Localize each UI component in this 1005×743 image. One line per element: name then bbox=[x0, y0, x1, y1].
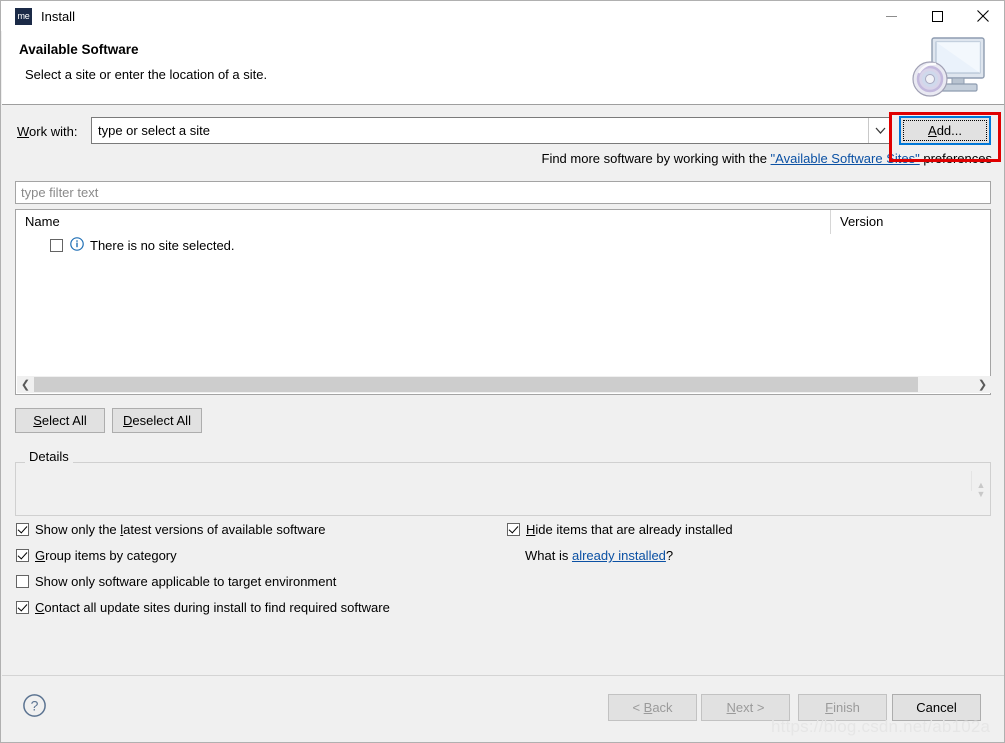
window-controls bbox=[868, 1, 1004, 31]
find-more-suffix: preferences bbox=[919, 151, 992, 166]
back-button[interactable]: < Back bbox=[608, 694, 697, 721]
already-installed-link[interactable]: already installed bbox=[572, 548, 666, 563]
page-title: Available Software bbox=[19, 42, 139, 57]
minimize-icon[interactable] bbox=[868, 1, 914, 31]
work-with-label-rest: ork with: bbox=[29, 124, 78, 139]
available-software-table: Name Version There is no site selected. … bbox=[15, 209, 991, 395]
available-software-sites-link[interactable]: "Available Software Sites" bbox=[771, 151, 920, 166]
what-is-already-installed-text: What is already installed? bbox=[525, 548, 673, 563]
work-with-combo[interactable]: type or select a site bbox=[91, 117, 892, 144]
install-dialog: me Install Available Software Select a s… bbox=[0, 0, 1005, 743]
next-mnemonic: N bbox=[726, 700, 736, 715]
table-horizontal-scrollbar[interactable]: ❮ ❯ bbox=[17, 376, 991, 393]
back-prefix: < bbox=[632, 700, 644, 715]
what-is-prefix: What is bbox=[525, 548, 572, 563]
row-checkbox[interactable] bbox=[50, 238, 63, 252]
checkbox-contact-all-update-sites[interactable] bbox=[16, 601, 29, 614]
checkbox-show-latest-versions[interactable] bbox=[16, 523, 29, 536]
table-row[interactable]: There is no site selected. bbox=[16, 234, 235, 256]
checkbox-hide-installed-items[interactable] bbox=[507, 523, 520, 536]
deselect-all-button[interactable]: Deselect All bbox=[112, 408, 202, 433]
details-scrollbar-divider bbox=[971, 471, 972, 491]
svg-text:?: ? bbox=[31, 697, 39, 713]
option4-after: ontact all update sites during install t… bbox=[44, 600, 390, 615]
finish-label: inish bbox=[833, 700, 860, 715]
select-all-mnemonic: S bbox=[33, 413, 42, 428]
title-bar: me Install bbox=[1, 1, 1004, 31]
deselect-all-mnemonic: D bbox=[123, 413, 133, 428]
option-hide-installed-items[interactable]: Hide items that are already installed bbox=[507, 522, 733, 537]
add-site-button[interactable]: Add... bbox=[899, 116, 991, 145]
chevron-down-icon[interactable] bbox=[868, 118, 891, 143]
option1-before: Show only the bbox=[35, 522, 121, 537]
details-legend: Details bbox=[25, 449, 73, 464]
table-header: Name Version bbox=[16, 210, 990, 234]
page-subtitle: Select a site or enter the location of a… bbox=[25, 67, 268, 82]
filter-placeholder: type filter text bbox=[21, 185, 99, 200]
option5-after: ide items that are already installed bbox=[535, 522, 733, 537]
finish-button[interactable]: Finish bbox=[798, 694, 887, 721]
next-label: ext > bbox=[735, 700, 765, 715]
select-all-label: elect All bbox=[41, 413, 87, 428]
option2-mnemonic: G bbox=[35, 548, 46, 563]
find-more-software-text: Find more software by working with the "… bbox=[542, 151, 993, 166]
checkbox-applicable-to-target[interactable] bbox=[16, 575, 29, 588]
work-with-label: Work with: bbox=[17, 124, 77, 139]
option2-after: roup items by category bbox=[45, 548, 177, 563]
work-with-input[interactable]: type or select a site bbox=[92, 123, 868, 138]
column-header-name[interactable]: Name bbox=[16, 210, 830, 234]
add-button-label: dd... bbox=[936, 123, 962, 138]
find-more-prefix: Find more software by working with the bbox=[541, 151, 771, 166]
add-button-mnemonic: A bbox=[928, 123, 937, 138]
select-all-button[interactable]: Select All bbox=[15, 408, 105, 433]
details-group bbox=[15, 462, 991, 516]
option3-after: how only software applicable to target e… bbox=[43, 574, 337, 589]
scroll-right-icon[interactable]: ❯ bbox=[974, 376, 991, 393]
cancel-button[interactable]: Cancel bbox=[892, 694, 981, 721]
details-scrollbar[interactable]: ▲ ▼ bbox=[974, 469, 988, 511]
option-show-latest-versions[interactable]: Show only the latest versions of availab… bbox=[16, 522, 326, 537]
checkbox-group-by-category[interactable] bbox=[16, 549, 29, 562]
cancel-label: Cancel bbox=[916, 700, 957, 715]
hscroll-track[interactable] bbox=[34, 376, 974, 393]
option1-after: atest versions of available software bbox=[123, 522, 326, 537]
hscroll-thumb[interactable] bbox=[34, 377, 918, 392]
option-applicable-to-target[interactable]: Show only software applicable to target … bbox=[16, 574, 336, 589]
option4-mnemonic: C bbox=[35, 600, 45, 615]
info-icon bbox=[70, 236, 84, 254]
column-header-version[interactable]: Version bbox=[830, 210, 990, 234]
monitor-with-disc-icon bbox=[906, 35, 992, 101]
help-question-icon[interactable]: ? bbox=[22, 693, 47, 718]
finish-mnemonic: F bbox=[825, 700, 834, 715]
row-name: There is no site selected. bbox=[90, 237, 235, 253]
deselect-all-label: eselect All bbox=[132, 413, 191, 428]
option-group-by-category[interactable]: Group items by category bbox=[16, 548, 177, 563]
option-contact-all-update-sites[interactable]: Contact all update sites during install … bbox=[16, 600, 390, 615]
add-site-button-focus-ring: Add... bbox=[903, 120, 987, 141]
scroll-left-icon[interactable]: ❮ bbox=[17, 376, 34, 393]
close-icon[interactable] bbox=[960, 1, 1004, 31]
maximize-icon[interactable] bbox=[914, 1, 960, 31]
filter-input[interactable]: type filter text bbox=[15, 181, 991, 204]
dialog-header: Available Software Select a site or ente… bbox=[2, 31, 1004, 104]
option3-mnemonic: S bbox=[35, 574, 44, 589]
back-label: ack bbox=[652, 700, 673, 715]
me-app-icon: me bbox=[15, 7, 32, 25]
scroll-down-icon[interactable]: ▼ bbox=[977, 490, 986, 499]
next-button[interactable]: Next > bbox=[701, 694, 790, 721]
window-title: Install bbox=[41, 8, 75, 24]
what-is-suffix: ? bbox=[665, 548, 674, 563]
work-with-mnemonic: W bbox=[17, 124, 30, 139]
option5-mnemonic: H bbox=[526, 522, 536, 537]
